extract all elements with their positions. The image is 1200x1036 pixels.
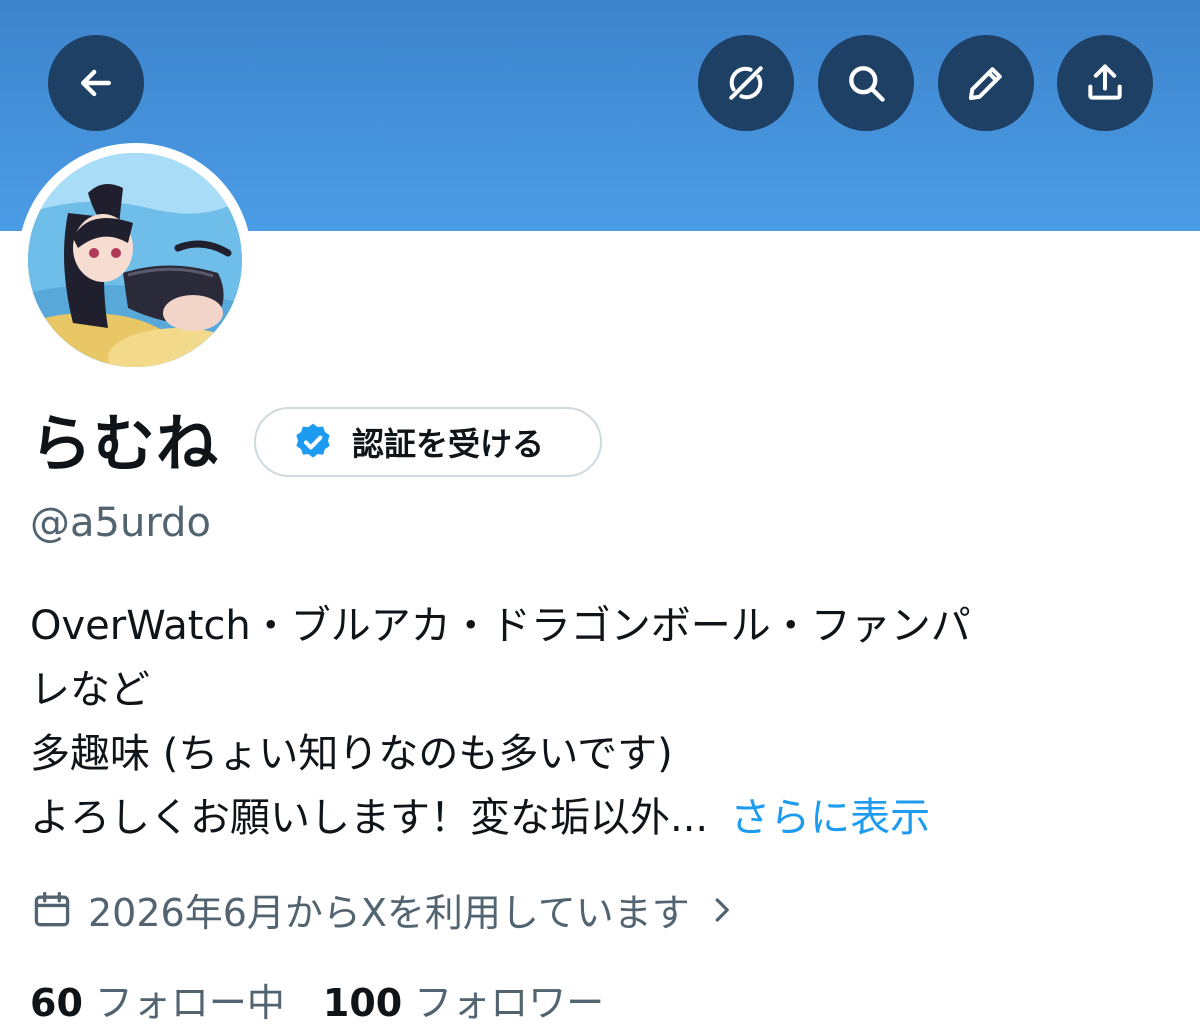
following-count: 60 bbox=[30, 981, 83, 1025]
bio-line-text: よろしくお願いします！変な垢以外... bbox=[30, 795, 709, 841]
following-label: フォロー中 bbox=[94, 981, 285, 1025]
avatar[interactable] bbox=[28, 153, 242, 367]
get-verified-button[interactable]: 認証を受ける bbox=[254, 407, 602, 477]
bio-line: OverWatch・ブルアカ・ドラゴンボール・ファンパ bbox=[30, 603, 971, 649]
search-button[interactable] bbox=[818, 35, 914, 131]
followers-label: フォロワー bbox=[414, 981, 605, 1025]
bio-line-last: よろしくお願いします！変な垢以外... さらに表示 bbox=[30, 786, 1180, 850]
show-more-link[interactable]: さらに表示 bbox=[730, 795, 930, 841]
followers-link[interactable]: 100 フォロワー bbox=[323, 972, 604, 1027]
verified-badge-icon bbox=[296, 423, 330, 458]
following-link[interactable]: 60 フォロー中 bbox=[30, 972, 285, 1027]
arrow-left-icon bbox=[80, 69, 112, 97]
avatar-illustration bbox=[28, 153, 242, 367]
bio-line: 多趣味 (ちょい知りなのも多いです) bbox=[30, 731, 673, 777]
bio-line: レなど bbox=[30, 667, 150, 713]
share-button[interactable] bbox=[1057, 35, 1153, 131]
back-button[interactable] bbox=[48, 35, 144, 131]
share-icon bbox=[1088, 64, 1122, 100]
grok-button[interactable] bbox=[698, 35, 794, 131]
grok-icon bbox=[729, 66, 763, 100]
joined-date-text: 2026年6月からXを利用しています bbox=[88, 891, 690, 935]
user-handle: @a5urdo bbox=[30, 500, 211, 546]
edit-button[interactable] bbox=[938, 35, 1034, 131]
followers-count: 100 bbox=[322, 981, 403, 1025]
avatar-frame[interactable] bbox=[18, 143, 252, 377]
get-verified-label: 認証を受ける bbox=[352, 425, 545, 463]
chevron-right-icon bbox=[715, 897, 729, 922]
profile-bio: OverWatch・ブルアカ・ドラゴンボール・ファンパ レなど 多趣味 (ちょい… bbox=[30, 594, 1180, 850]
follow-stats: 60 フォロー中 100 フォロワー bbox=[30, 972, 604, 1027]
pencil-icon bbox=[968, 67, 1002, 101]
search-icon bbox=[849, 66, 885, 102]
joined-date-row[interactable]: 2026年6月からXを利用しています bbox=[30, 882, 736, 937]
display-name: らむね bbox=[30, 407, 220, 480]
calendar-icon bbox=[34, 891, 70, 926]
